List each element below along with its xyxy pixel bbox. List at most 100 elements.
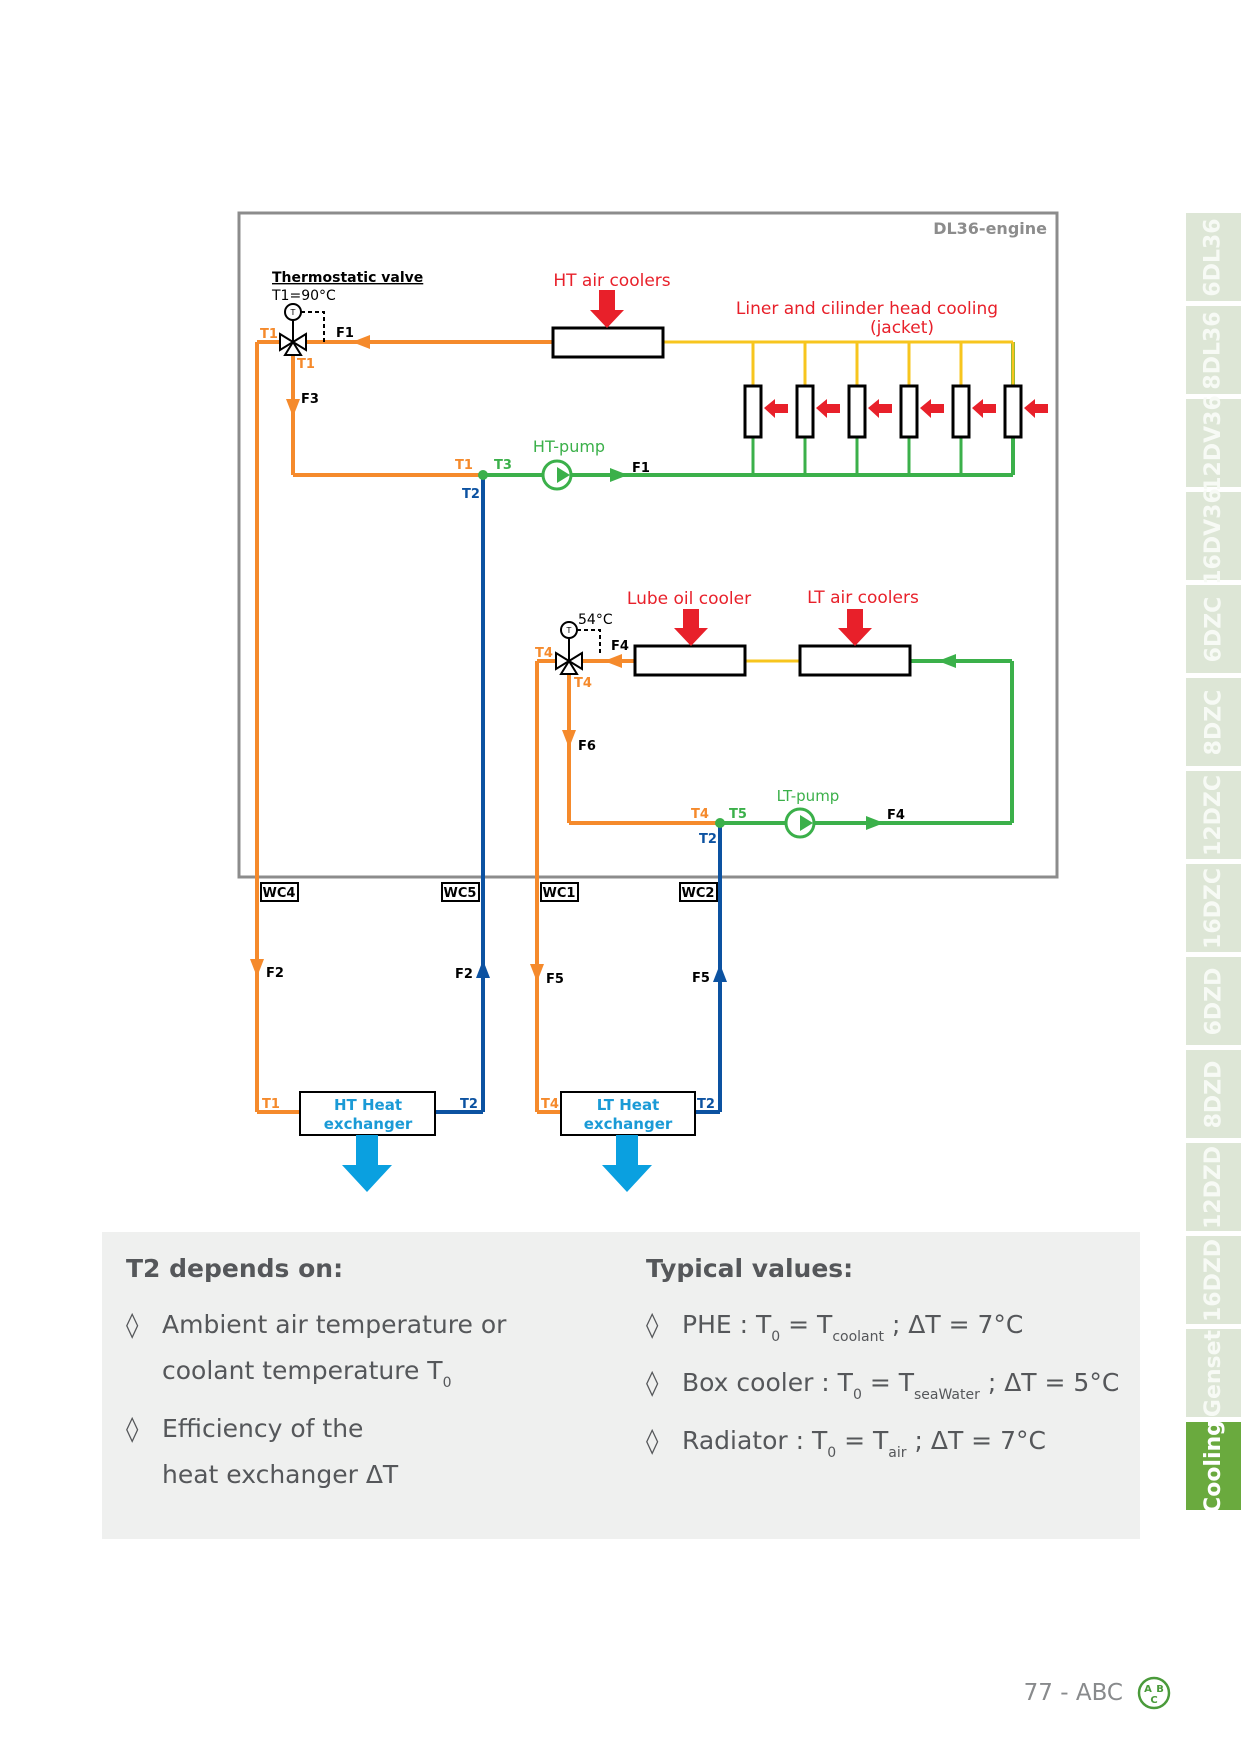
tab-6dzc[interactable]: 6DZC [1186, 585, 1241, 673]
flow-arrow-f1-valve [352, 335, 370, 349]
lt-pump-label: LT-pump [777, 787, 840, 805]
heat-arrow-cylinder [972, 399, 996, 418]
label-t1-junction: T1 [455, 458, 473, 473]
lube-oil-cooler-label: Lube oil cooler [627, 589, 751, 609]
tab-12dzd[interactable]: 12DZD [1186, 1143, 1241, 1231]
diamond-bullet-icon: ◊ [126, 1414, 139, 1443]
lt-air-cooler [798, 644, 912, 677]
lt-hx-subtitle: exchanger [584, 1115, 673, 1133]
tab-12dzc[interactable]: 12DZC [1186, 771, 1241, 859]
flow-arrow-lt-return [938, 654, 956, 668]
cylinder-jacket [743, 384, 763, 439]
label-f6: F6 [578, 739, 596, 754]
svg-text:WC4: WC4 [263, 886, 296, 901]
list-item: ◊ Radiator : T0 = Tair ; ΔT = 7°C [646, 1418, 1119, 1476]
ht-hx-subtitle: exchanger [324, 1115, 413, 1133]
t2-depends-list: ◊ Ambient air temperature or coolant temp… [126, 1302, 506, 1498]
tab-6dl36[interactable]: 6DL36 [1186, 213, 1241, 301]
flow-arrow-f2-return [476, 960, 490, 978]
label-t3: T3 [494, 458, 512, 473]
three-way-valve-icon: T [279, 303, 325, 356]
tab-label: Genset [1201, 1329, 1226, 1417]
list-item: ◊ Efficiency of the [126, 1406, 506, 1452]
tab-label: 6DZD [1201, 967, 1227, 1035]
tab-label: 8DL36 [1201, 310, 1227, 390]
tab-16dv36[interactable]: 16DV36 [1186, 488, 1241, 584]
page-number: 77 - ABC [1023, 1680, 1123, 1706]
ht-air-cooler [551, 326, 665, 359]
page-footer: 77 - ABC A B C [1024, 1676, 1171, 1710]
tab-label: 16DV36 [1201, 487, 1226, 585]
heat-rejection-arrow-lt [602, 1135, 652, 1192]
tab-label: 12DZD [1201, 1145, 1226, 1229]
tab-12dv36[interactable]: 12DV36 [1186, 395, 1241, 491]
heat-arrow-lt-air-cooler [838, 609, 872, 646]
label-f2-out: F2 [266, 966, 284, 981]
label-lt-hx-t2: T2 [697, 1097, 715, 1112]
label-t5: T5 [729, 807, 747, 822]
heat-arrow-cylinder [920, 399, 944, 418]
abc-logo-icon: A B C [1137, 1676, 1171, 1710]
label-lt-hx-t4: T4 [541, 1097, 559, 1112]
list-item: ◊ Ambient air temperature or [126, 1302, 506, 1348]
svg-text:B: B [1156, 1684, 1164, 1695]
svg-text:WC2: WC2 [682, 886, 715, 901]
tab-label: 12DZC [1201, 774, 1227, 856]
diamond-bullet-icon: ◊ [126, 1310, 139, 1339]
label-t2-lt-junction: T2 [699, 832, 717, 847]
heat-arrow-cylinder [868, 399, 892, 418]
heat-rejection-arrow-ht [342, 1135, 392, 1192]
tab-genset[interactable]: Genset [1186, 1329, 1241, 1417]
tab-label: 8DZC [1201, 689, 1227, 755]
cylinder-jacket [951, 384, 971, 439]
jacket-title: Liner and cilinder head cooling [736, 299, 998, 319]
label-f4-valve: F4 [611, 639, 629, 654]
label-t4-valve-bottom: T4 [574, 676, 592, 691]
svg-text:T: T [290, 308, 296, 317]
tab-6dzd[interactable]: 6DZD [1186, 957, 1241, 1045]
info-panel: T2 depends on: ◊ Ambient air temperature … [102, 1232, 1140, 1539]
heat-arrow-lube-oil-cooler [674, 609, 708, 646]
flow-arrow-f4-valve [604, 654, 622, 668]
ht-hx-title: HT Heat [334, 1096, 402, 1114]
tab-label: 6DZC [1201, 596, 1227, 662]
tab-cooling[interactable]: Cooling [1186, 1420, 1241, 1512]
tab-16dzc[interactable]: 16DZC [1186, 864, 1241, 952]
tab-8dzd[interactable]: 8DZD [1186, 1050, 1241, 1138]
tab-8dzc[interactable]: 8DZC [1186, 678, 1241, 766]
jacket-subtitle: (jacket) [870, 318, 934, 338]
heat-arrow-cylinder [1024, 399, 1048, 418]
label-t1-valve-bottom: T1 [297, 357, 315, 372]
flow-arrow-f5-return [713, 964, 727, 982]
svg-text:WC5: WC5 [444, 886, 477, 901]
list-item-continuation: coolant temperature T0 [162, 1356, 452, 1391]
diamond-bullet-icon: ◊ [646, 1368, 659, 1397]
flow-arrow-f2-out [250, 959, 264, 977]
diamond-bullet-icon: ◊ [646, 1310, 659, 1339]
label-f3: F3 [301, 392, 319, 407]
tab-label: 16DZD [1201, 1238, 1226, 1322]
tab-label: 6DL36 [1201, 217, 1227, 297]
ht-air-coolers-label: HT air coolers [553, 271, 670, 291]
label-t4-valve-left: T4 [535, 646, 553, 661]
flow-arrow-f4-pump [866, 816, 884, 830]
label-f1-pump: F1 [632, 461, 650, 476]
diamond-bullet-icon: ◊ [646, 1426, 659, 1455]
typical-values-list: ◊ PHE : T0 = Tcoolant ; ΔT = 7°C ◊ Box coo… [646, 1302, 1119, 1476]
cylinder-jacket [899, 384, 919, 439]
thermostatic-valve-title: Thermostatic valve [272, 270, 423, 286]
engine-label: DL36-engine [933, 219, 1047, 238]
list-item: ◊ Box cooler : T0 = TseaWater ; ΔT = 5°C [646, 1360, 1119, 1418]
heat-arrow-cylinder [764, 399, 788, 418]
label-f5-in: F5 [692, 971, 710, 986]
label-t1-valve-left: T1 [260, 327, 278, 342]
heat-arrow-cylinder [816, 399, 840, 418]
thermostatic-valve-setpoint: T1=90°C [271, 288, 336, 304]
tab-8dl36[interactable]: 8DL36 [1186, 306, 1241, 394]
lt-valve-setpoint: 54°C [578, 612, 613, 628]
tab-16dzd[interactable]: 16DZD [1186, 1236, 1241, 1324]
label-f4-pump: F4 [887, 808, 905, 823]
tab-label: 12DV36 [1201, 394, 1226, 492]
label-f5-out: F5 [546, 972, 564, 987]
lt-three-way-valve-icon: T [555, 621, 601, 675]
